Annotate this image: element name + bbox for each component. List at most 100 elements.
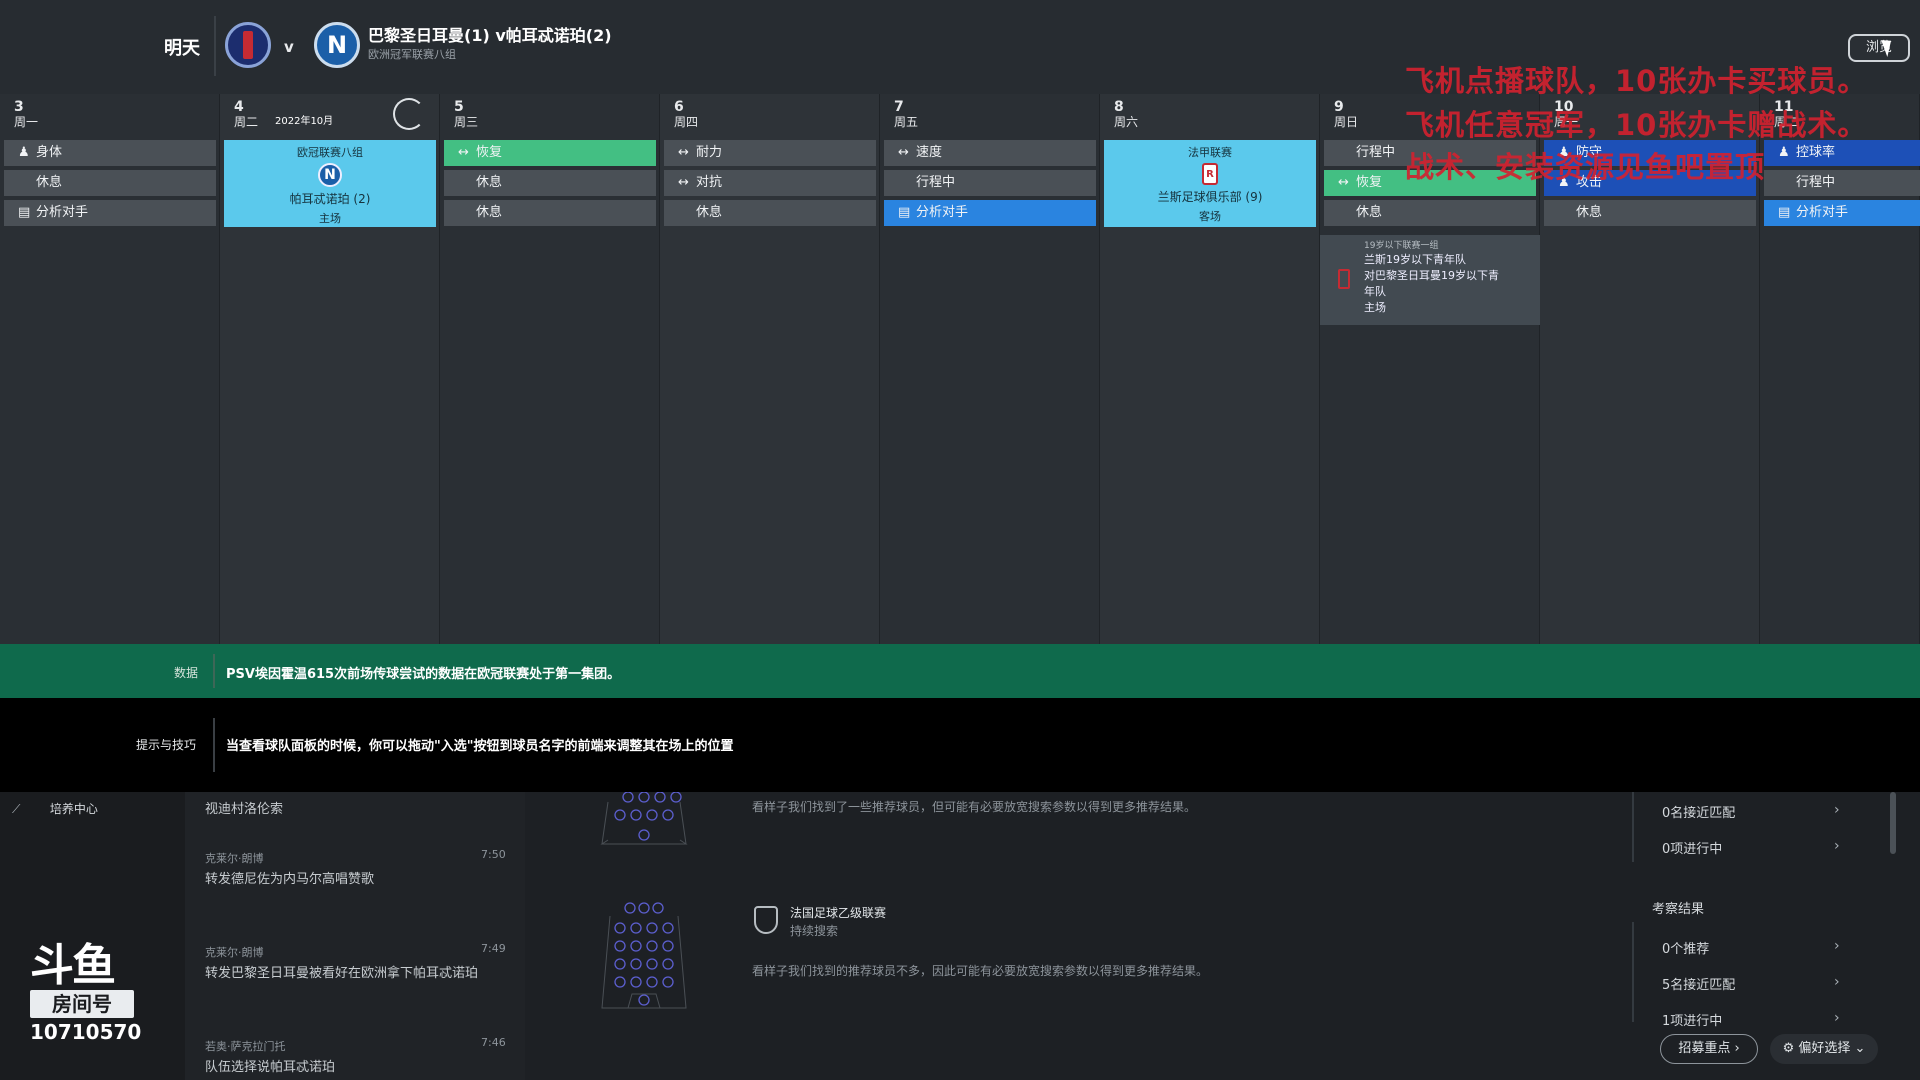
clipboard-icon: ▤ bbox=[1778, 205, 1791, 220]
person-icon: ♟ bbox=[18, 145, 30, 160]
news-text: 视迪村洛伦索 bbox=[205, 802, 284, 817]
formation-pitch-icon bbox=[601, 902, 687, 1009]
session-label: 控球率 bbox=[1796, 145, 1836, 160]
scouting-title[interactable]: 法国足球乙级联赛 bbox=[790, 904, 886, 921]
arrows-icon: ↔ bbox=[458, 145, 469, 160]
news-text: 转发德尼佐为内马尔高唱赞歌 bbox=[205, 872, 375, 887]
scouting-results-panel: 0名接近匹配 › 0项进行中 › 考察结果 0个推荐 › 5名接近匹配 › 1项… bbox=[1632, 792, 1890, 1080]
divider bbox=[213, 718, 215, 772]
chevron-right-icon[interactable]: › bbox=[1834, 802, 1840, 818]
session-travel[interactable]: 行程中 bbox=[1764, 170, 1920, 196]
scouting-description: 看样子我们找到的推荐球员不多，因此可能有必要放宽搜索参数以得到更多推荐结果。 bbox=[752, 964, 1209, 978]
room-number: 10710570 bbox=[30, 1020, 142, 1044]
arrows-icon: ↔ bbox=[678, 145, 689, 160]
session-analyze-opponent[interactable]: ▤ 分析对手 bbox=[884, 200, 1096, 226]
youth-match-card[interactable]: 19岁以下联赛一组 兰斯19岁以下青年队 对巴黎圣日耳曼19岁以下青 年队 主场 bbox=[1320, 235, 1540, 325]
divider bbox=[1632, 922, 1634, 1022]
session-rest[interactable]: 休息 bbox=[1324, 200, 1536, 226]
calendar-day: 11 周二 ♟ 控球率 行程中 ▤ 分析对手 bbox=[1760, 94, 1920, 644]
results-item[interactable]: 0项进行中 bbox=[1662, 838, 1722, 857]
recruitment-focus-button[interactable]: 招募重点 › bbox=[1660, 1034, 1758, 1064]
chevron-down-icon: ⌄ bbox=[1854, 1041, 1866, 1056]
match-when: 明天 bbox=[164, 38, 200, 59]
day-header: 4 周二 bbox=[234, 100, 258, 130]
chevron-right-icon[interactable]: › bbox=[1834, 938, 1840, 954]
session-label: 休息 bbox=[696, 205, 723, 220]
day-header: 6 周四 bbox=[674, 100, 698, 130]
session-label: 行程中 bbox=[1796, 175, 1836, 190]
session-rest[interactable]: 休息 bbox=[664, 200, 876, 226]
sidebar-item-development-centre[interactable]: ⟋ 培养中心 bbox=[12, 800, 98, 817]
results-item[interactable]: 0个推荐 bbox=[1662, 938, 1709, 957]
results-item[interactable]: 5名接近匹配 bbox=[1662, 974, 1735, 993]
results-section-title: 考察结果 bbox=[1652, 902, 1705, 917]
scrollbar[interactable] bbox=[1890, 792, 1896, 854]
chevron-right-icon[interactable]: › bbox=[1834, 974, 1840, 990]
session-label: 分析对手 bbox=[916, 205, 969, 220]
day-number: 8 bbox=[1114, 99, 1124, 115]
day-header: 3 周一 bbox=[14, 100, 38, 130]
session-analyze-opponent[interactable]: ▤ 分析对手 bbox=[4, 200, 216, 226]
tips-text: 当查看球队面板的时候，你可以拖动"入选"按钮到球员名字的前端来调整其在场上的位置 bbox=[226, 739, 734, 754]
session-rest[interactable]: 休息 bbox=[1544, 200, 1756, 226]
napoli-crest-icon: N bbox=[314, 22, 360, 68]
day-header: 5 周三 bbox=[454, 100, 478, 130]
chevron-right-icon[interactable]: › bbox=[1834, 1010, 1840, 1026]
session-recovery[interactable]: ↔ 恢复 bbox=[444, 140, 656, 166]
results-item[interactable]: 1项进行中 bbox=[1662, 1010, 1722, 1029]
day-weekday: 周六 bbox=[1114, 115, 1139, 129]
session-travel[interactable]: 行程中 bbox=[884, 170, 1096, 196]
youth-match-line: 对巴黎圣日耳曼19岁以下青 bbox=[1364, 269, 1499, 282]
arrows-icon: ↔ bbox=[1338, 175, 1349, 190]
day-weekday: 周二 bbox=[234, 115, 259, 129]
match-card[interactable]: 法甲联赛 R 兰斯足球俱乐部 (9) 客场 bbox=[1104, 140, 1316, 227]
news-text: 转发巴黎圣日耳曼被看好在欧洲拿下帕耳忒诺珀 bbox=[205, 966, 479, 981]
session-label: 速度 bbox=[916, 145, 943, 160]
session-speed[interactable]: ↔ 速度 bbox=[884, 140, 1096, 166]
clipboard-icon: ▤ bbox=[898, 205, 911, 220]
preferences-button[interactable]: ⚙ 偏好选择 ⌄ bbox=[1770, 1034, 1878, 1064]
session-label: 休息 bbox=[476, 205, 503, 220]
session-rest[interactable]: 休息 bbox=[444, 200, 656, 226]
day-weekday: 周日 bbox=[1334, 115, 1359, 129]
data-label: 数据 bbox=[174, 666, 199, 680]
day-number: 5 bbox=[454, 99, 464, 115]
match-card[interactable]: 欧冠联赛八组 N 帕耳忒诺珀 (2) 主场 bbox=[224, 140, 436, 227]
match-card-venue: 客场 bbox=[1199, 210, 1221, 223]
match-card-opponent: 兰斯足球俱乐部 (9) bbox=[1157, 190, 1263, 204]
session-label: 身体 bbox=[36, 145, 63, 160]
news-source: 克莱尔·朗博 bbox=[205, 946, 264, 959]
session-physical[interactable]: ♟ 身体 bbox=[4, 140, 216, 166]
news-source: 克莱尔·朗博 bbox=[205, 852, 264, 865]
stream-overlay-text: 战术、安装资源见鱼吧置顶 bbox=[1405, 150, 1766, 184]
results-item[interactable]: 0名接近匹配 bbox=[1662, 802, 1735, 821]
trend-icon: ⟋ bbox=[12, 802, 21, 816]
session-label: 分析对手 bbox=[1796, 205, 1849, 220]
napoli-crest-icon: N bbox=[318, 163, 342, 187]
data-text: PSV埃因霍温615次前场传球尝试的数据在欧冠联赛处于第一集团。 bbox=[226, 667, 621, 682]
session-label: 休息 bbox=[36, 175, 63, 190]
session-rest[interactable]: 休息 bbox=[4, 170, 216, 196]
day-number: 4 bbox=[234, 99, 244, 115]
stream-overlay-text: 飞机点播球队，10张办卡买球员。 bbox=[1405, 64, 1868, 98]
calendar-day: 3 周一 ♟ 身体 休息 ▤ 分析对手 bbox=[0, 94, 220, 644]
session-contact[interactable]: ↔ 对抗 bbox=[664, 170, 876, 196]
logo-room-label: 房间号 bbox=[30, 990, 134, 1018]
calendar-day: 4 周二 欧冠联赛八组 N 帕耳忒诺珀 (2) 主场 bbox=[220, 94, 440, 644]
session-label: 休息 bbox=[476, 175, 503, 190]
douyu-logo: 斗鱼 房间号 10710570 bbox=[30, 944, 142, 1044]
day-number: 3 bbox=[14, 99, 24, 115]
psg-crest-icon bbox=[225, 22, 271, 68]
day-header: 9 周日 bbox=[1334, 100, 1358, 130]
session-analyze-opponent[interactable]: ▤ 分析对手 bbox=[1764, 200, 1920, 226]
day-weekday: 周三 bbox=[454, 115, 479, 129]
session-stamina[interactable]: ↔ 耐力 bbox=[664, 140, 876, 166]
chevron-right-icon[interactable]: › bbox=[1834, 838, 1840, 854]
bottom-panels: ⟋ 培养中心 斗鱼 房间号 10710570 视迪村洛伦索 克莱尔·朗博 7:5… bbox=[0, 792, 1920, 1080]
vs-label: v bbox=[284, 38, 294, 56]
button-label: 招募重点 bbox=[1678, 1041, 1731, 1056]
day-header: 7 周五 bbox=[894, 100, 918, 130]
session-rest[interactable]: 休息 bbox=[444, 170, 656, 196]
match-title[interactable]: 巴黎圣日耳曼(1) v帕耳忒诺珀(2) bbox=[368, 22, 612, 46]
calendar-day: 5 周三 ↔ 恢复 休息 休息 bbox=[440, 94, 660, 644]
